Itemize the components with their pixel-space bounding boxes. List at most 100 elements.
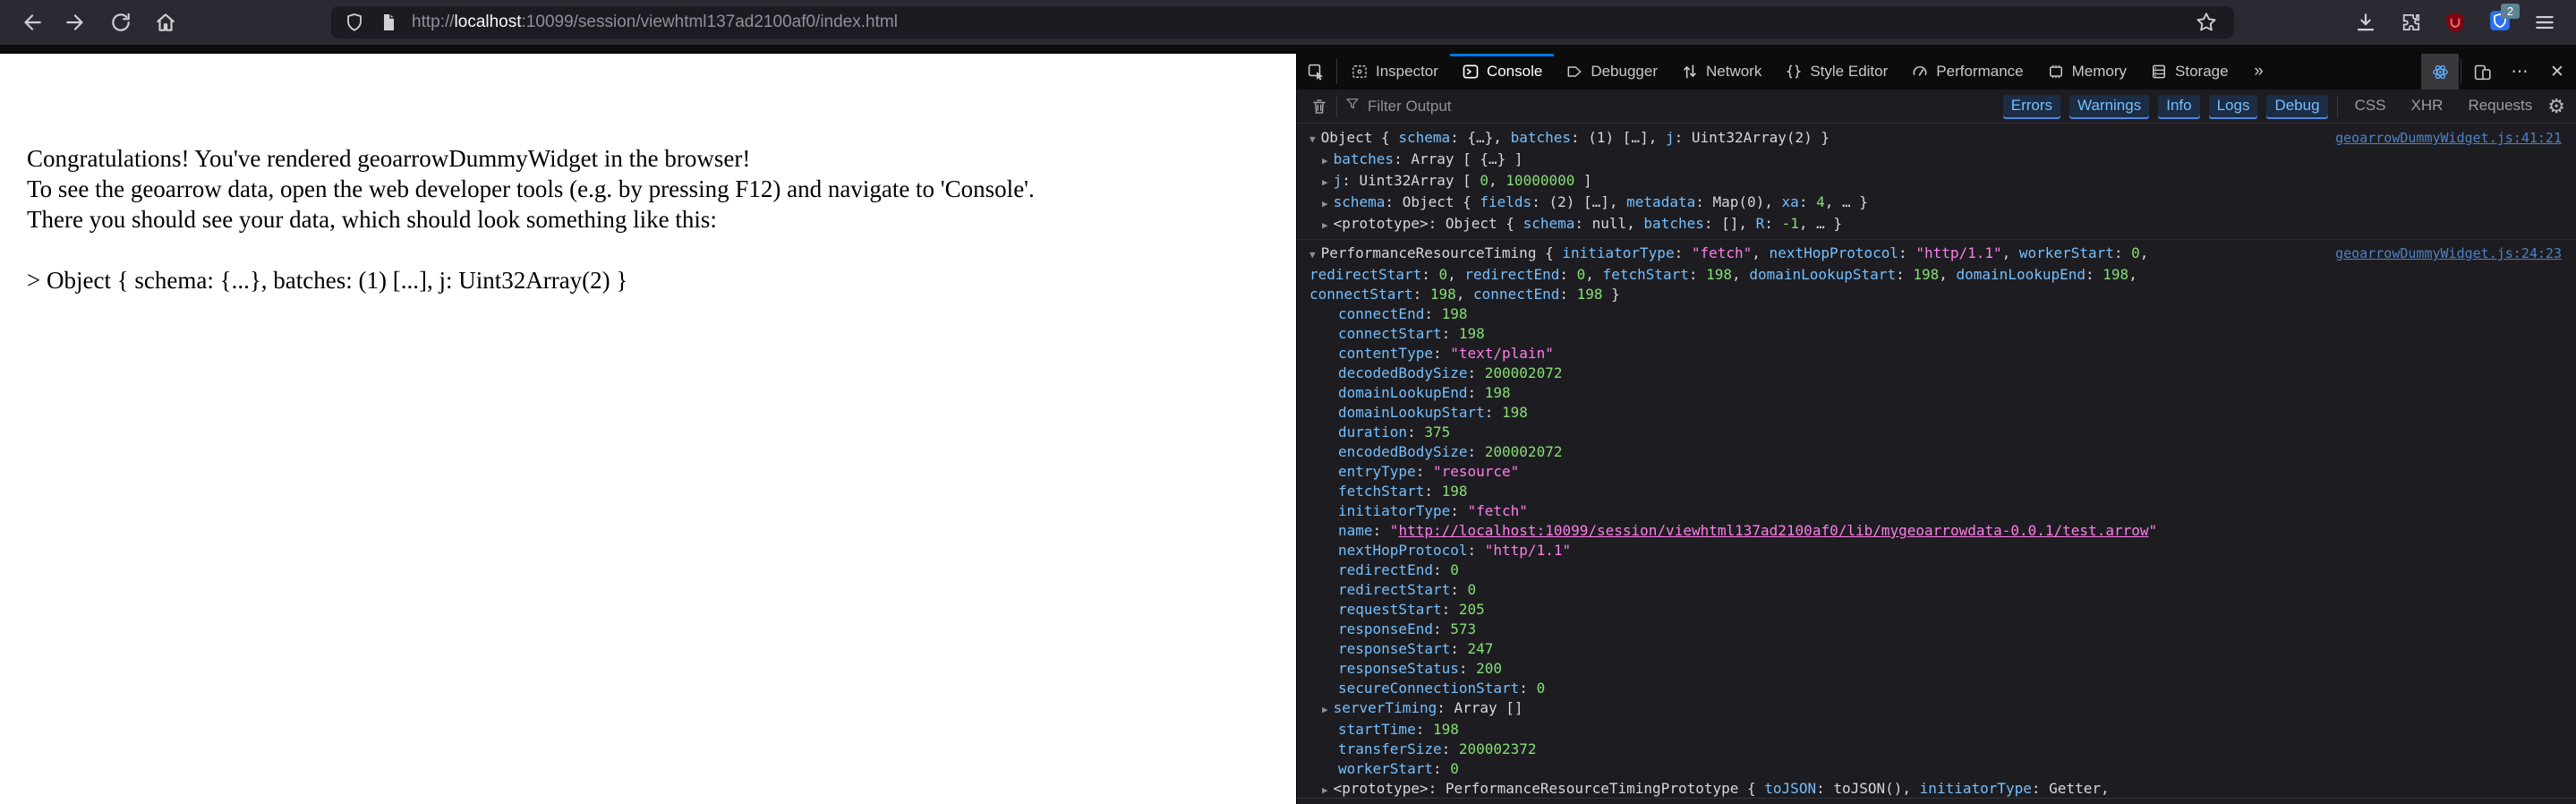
clear-console-button[interactable] [1304,93,1335,120]
filter-pill-logs[interactable]: Logs [2208,95,2258,117]
console-log-row: ▼ Object { schema: {…}, batches: (1) […],… [1297,124,2576,240]
console-token: nextHopProtocol [1338,542,1468,559]
twisty-icon[interactable]: ▼ [1309,245,1321,265]
tab-debugger[interactable]: Debugger [1554,54,1669,90]
console-token: : [1432,345,1451,362]
console-line: startTime: 198 [1297,720,2576,740]
source-location-link[interactable]: geoarrowDummyWidget.js:24:23 [2335,244,2562,263]
devtools-close-button[interactable]: ✕ [2538,54,2576,90]
console-settings-gear-icon[interactable]: ⚙ [2547,95,2565,118]
console-output: ▼ Object { schema: {…}, batches: (1) […],… [1297,124,2576,799]
console-token: 205 [1458,601,1485,618]
tab-label: Performance [1936,63,2024,80]
console-log-row: ▼ PerformanceResourceTiming { initiatorTy… [1297,240,2576,799]
ublock-extension-icon[interactable] [2440,7,2470,38]
pick-element-button[interactable] [1297,54,1335,90]
responsive-mode-button[interactable] [2463,54,2501,90]
console-input-row[interactable] [1297,798,2576,804]
console-line: entryType: "resource" [1297,462,2576,482]
url-bar[interactable]: http://localhost:10099/session/viewhtml1… [331,6,2234,38]
console-token: decodedBodySize [1338,364,1468,381]
filter-pill-requests[interactable]: Requests [2460,95,2540,117]
console-token: fetchStart [1338,483,1425,500]
console-token: : [1424,483,1442,500]
reload-button[interactable] [106,7,136,38]
network-icon [1681,63,1699,81]
source-location-link[interactable]: geoarrowDummyWidget.js:41:21 [2335,128,2562,148]
console-token: 200002072 [1484,364,1563,381]
downloads-button[interactable] [2350,7,2381,38]
console-token: connectStart [1338,325,1442,342]
tab-overflow-chevron[interactable]: » [2240,54,2278,90]
console-token: : [1467,384,1485,401]
filter-pill-css[interactable]: CSS [2347,95,2394,117]
console-token: nextHopProtocol [1769,244,1899,261]
console-token: : Array [] [1437,699,1523,716]
back-button[interactable] [16,7,47,38]
console-token: : [1450,581,1468,598]
forward-button[interactable] [61,7,91,38]
filter-pills-active: Errors Warnings Info Logs Debug [2002,95,2328,117]
console-token: secureConnectionStart [1338,680,1520,697]
console-token: : [1764,215,1782,232]
toolbar-divider [0,45,2576,54]
console-token: -1 [1781,215,1799,232]
twisty-icon[interactable]: ▶ [1322,216,1334,235]
console-token: "http/1.1" [1484,542,1572,559]
console-token: initiatorType [1338,502,1451,519]
tab-style-editor[interactable]: Style Editor [1773,54,1899,90]
console-token: duration [1338,423,1408,440]
console-url-link[interactable]: http://localhost:10099/session/viewhtml1… [1398,521,2148,541]
tab-console[interactable]: Console [1449,54,1555,90]
page-info-icon[interactable] [378,12,399,33]
console-line: domainLookupStart: 198 [1297,403,2576,423]
console-token: 0 [1480,172,1489,189]
filter-pill-debug[interactable]: Debug [2266,95,2328,117]
console-token: : [1688,266,1707,283]
console-line: ▼ Object { schema: {…}, batches: (1) […],… [1297,128,2576,150]
console-token: 4 [1816,193,1825,210]
tab-memory[interactable]: Memory [2035,54,2138,90]
extensions-button[interactable] [2395,7,2426,38]
console-token: 0 [1450,561,1459,578]
tab-inspector[interactable]: Inspector [1339,54,1450,90]
tab-label: Storage [2175,63,2229,80]
framework-devtools-icon[interactable] [2421,54,2459,90]
twisty-icon[interactable]: ▶ [1322,151,1334,171]
page-text-line [27,235,1278,265]
console-token: : Object { [1385,193,1480,210]
tab-performance[interactable]: Performance [1899,54,2034,90]
twisty-icon[interactable]: ▶ [1322,173,1334,192]
menu-button[interactable] [2529,7,2560,38]
console-token: 198 [1502,404,1528,421]
twisty-icon[interactable]: ▶ [1322,700,1334,720]
twisty-icon[interactable]: ▼ [1309,130,1321,150]
twisty-icon[interactable]: ▶ [1322,781,1334,799]
filter-pills-inactive: CSS XHR Requests [2347,95,2541,117]
console-token: , [1488,172,1506,189]
twisty-icon[interactable]: ▶ [1322,194,1334,214]
braces-icon [1785,63,1803,81]
filter-pill-warnings[interactable]: Warnings [2069,95,2150,117]
console-token: "resource" [1432,463,1520,480]
inspector-icon [1351,63,1369,81]
filter-pill-errors[interactable]: Errors [2002,95,2061,117]
tab-network[interactable]: Network [1669,54,1773,90]
bookmark-star-icon[interactable] [2191,7,2222,38]
password-extension-icon[interactable]: 2 [2485,4,2520,38]
console-line: ▼ PerformanceResourceTiming { initiatorTy… [1297,244,2576,265]
console-token: startTime [1338,721,1416,738]
filter-pill-info[interactable]: Info [2158,95,2200,117]
console-token: , … } [1824,193,1868,210]
tab-label: Memory [2071,63,2128,80]
console-filterbar: Filter Output Errors Warnings Info Logs Debu… [1297,90,2576,124]
console-token: workerStart [2018,244,2114,261]
tab-storage[interactable]: Storage [2138,54,2240,90]
devtools-more-button[interactable]: ⋯ [2501,54,2538,90]
filter-pill-xhr[interactable]: XHR [2403,95,2452,117]
shield-icon[interactable] [344,12,365,33]
console-token: , [2139,244,2149,261]
filter-output-input[interactable]: Filter Output [1344,96,2003,116]
console-token: responseEnd [1338,620,1433,637]
home-button[interactable] [150,7,181,38]
